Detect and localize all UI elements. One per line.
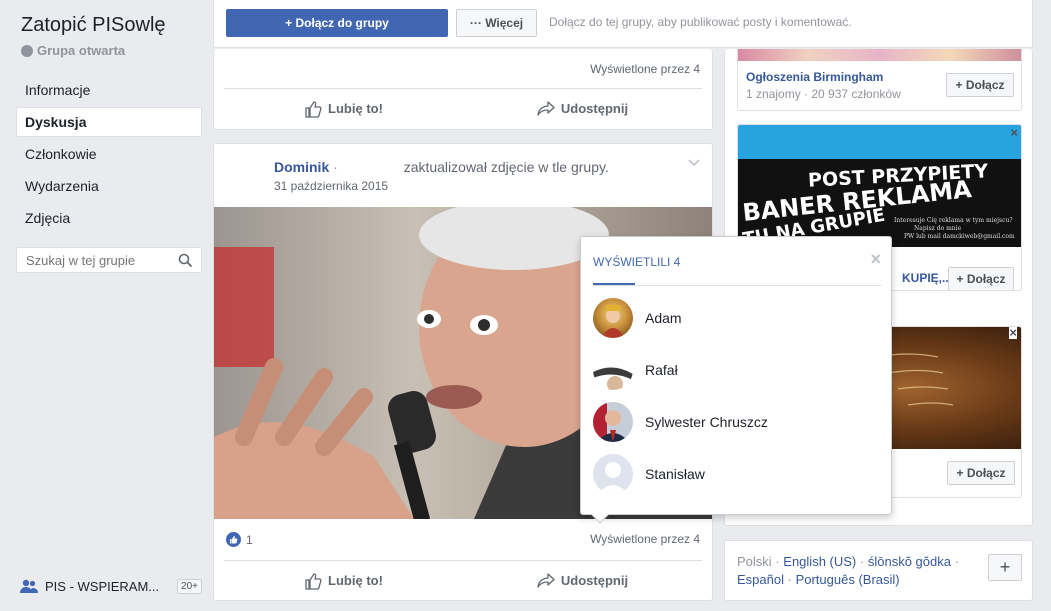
viewers-popup: WYŚWIETLILI 4 × Adam Rafał Sylwester Chr… xyxy=(580,236,892,524)
ad-small-1: Interesuje Cię reklama w tym miejscu? xyxy=(894,217,1013,224)
suggestion-3-close-icon[interactable]: × xyxy=(1009,327,1017,339)
search-icon[interactable] xyxy=(178,253,193,268)
nav-item-events[interactable]: Wydarzenia xyxy=(16,171,202,201)
post-action-text: zaktualizował zdjęcie w tle grupy. xyxy=(403,159,609,175)
share-label: Udostępnij xyxy=(560,101,629,116)
share-icon xyxy=(537,572,555,588)
language-silesian[interactable]: ślōnskŏ gŏdka xyxy=(868,554,951,569)
chevron-down-icon[interactable] xyxy=(688,159,700,167)
ad-small-2: Napisz do mnie xyxy=(914,225,962,232)
reaction-count: 1 xyxy=(246,532,253,547)
suggestion-1-join-button[interactable]: + Dołącz xyxy=(946,73,1014,97)
viewer-row-1[interactable]: Adam xyxy=(593,292,883,344)
suggestion-1-name[interactable]: Ogłoszenia Birmingham xyxy=(746,70,883,84)
group-chat-icon xyxy=(20,579,38,593)
post-header: Dominik · zaktualizował zdjęcie w tle gr… xyxy=(274,159,609,175)
language-english[interactable]: English (US) xyxy=(783,554,856,569)
privacy-label: Grupa otwarta xyxy=(37,43,126,58)
globe-icon xyxy=(21,44,33,57)
author-name[interactable]: Dominik xyxy=(274,159,329,175)
post-actions: Lubię to! Udostępnij xyxy=(224,88,702,128)
chat-badge: 20+ xyxy=(177,578,202,594)
language-list: Polski · English (US) · ślōnskŏ gŏdka · … xyxy=(737,553,967,589)
avatar[interactable] xyxy=(593,350,633,390)
share-button-post2[interactable]: Udostępnij xyxy=(463,561,702,600)
nav-item-discussion[interactable]: Dyskusja xyxy=(16,107,202,137)
chat-item[interactable]: PIS - WSPIERAM... 20+ xyxy=(20,578,202,594)
join-group-button[interactable]: + Dołącz do grupy xyxy=(226,9,448,37)
share-icon xyxy=(537,100,555,116)
suggestion-3-join-button[interactable]: + Dołącz xyxy=(947,461,1015,485)
like-button[interactable]: Lubię to! xyxy=(224,89,463,128)
nav-item-info[interactable]: Informacje xyxy=(16,75,202,105)
lang-separator: · xyxy=(787,572,792,587)
ad-banner[interactable]: POST PRZYPIETY BANER REKLAMA TU NA GRUPI… xyxy=(738,125,1021,247)
lang-separator: · xyxy=(859,554,865,569)
join-bar: + Dołącz do grupy ··· Więcej Dołącz do t… xyxy=(213,0,1033,48)
ad-group-name[interactable]: KUPIĘ,... xyxy=(902,271,952,285)
default-avatar-icon[interactable] xyxy=(593,454,633,494)
separator-dot: · xyxy=(333,159,338,175)
language-spanish[interactable]: Español xyxy=(737,572,784,587)
suggestion-1-cover[interactable] xyxy=(738,49,1021,61)
join-hint: Dołącz do tej grupy, aby publikować post… xyxy=(549,15,852,29)
nav-item-photos[interactable]: Zdjęcia xyxy=(16,203,202,233)
popup-title[interactable]: WYŚWIETLILI 4 xyxy=(593,255,680,269)
seen-count-post2[interactable]: Wyświetlone przez 4 xyxy=(590,532,700,546)
popup-divider xyxy=(593,285,881,286)
viewer-row-4[interactable]: Stanisław xyxy=(593,448,883,500)
nav-item-members[interactable]: Członkowie xyxy=(16,139,202,169)
viewer-row-3[interactable]: Sylwester Chruszcz xyxy=(593,396,883,448)
viewer-name[interactable]: Adam xyxy=(645,310,682,326)
viewer-row-2[interactable]: Rafał xyxy=(593,344,883,396)
ad-join-button[interactable]: + Dołącz xyxy=(948,267,1014,290)
like-label: Lubię to! xyxy=(328,573,383,588)
post-date[interactable]: 31 października 2015 xyxy=(274,179,388,193)
chat-label: PIS - WSPIERAM... xyxy=(45,578,160,594)
popup-close-icon[interactable]: × xyxy=(870,249,881,270)
group-privacy: Grupa otwarta xyxy=(21,43,125,58)
thumbs-up-icon xyxy=(305,572,322,590)
lang-separator: · xyxy=(954,554,959,569)
viewer-name[interactable]: Rafał xyxy=(645,362,678,378)
post-previous: Wyświetlone przez 4 Lubię to! Udostępnij xyxy=(213,49,713,130)
thumbs-up-icon xyxy=(305,100,322,118)
avatar[interactable] xyxy=(593,298,633,338)
share-button[interactable]: Udostępnij xyxy=(463,89,702,128)
language-portuguese[interactable]: Português (Brasil) xyxy=(796,572,900,587)
suggestion-1-meta: 1 znajomy · 20 937 członków xyxy=(746,87,901,101)
current-language: Polski xyxy=(737,554,772,569)
reactions-row[interactable]: 1 xyxy=(226,532,253,547)
more-button[interactable]: ··· Więcej xyxy=(456,9,537,37)
share-label: Udostępnij xyxy=(560,573,629,588)
author-avatar[interactable] xyxy=(226,156,266,196)
avatar[interactable] xyxy=(593,402,633,442)
like-reaction-icon xyxy=(226,532,241,547)
lang-separator: · xyxy=(775,554,780,569)
viewer-name[interactable]: Stanisław xyxy=(645,466,705,482)
ad-close-icon[interactable]: × xyxy=(1010,125,1018,140)
group-title[interactable]: Zatopić PISowlę xyxy=(21,14,166,37)
post2-actions: Lubię to! Udostępnij xyxy=(224,560,702,600)
viewer-name[interactable]: Sylwester Chruszcz xyxy=(645,414,768,430)
like-button-post2[interactable]: Lubię to! xyxy=(224,561,463,600)
suggestion-card-1: Ogłoszenia Birmingham 1 znajomy · 20 937… xyxy=(737,49,1022,111)
ad-small-3: PW lub mail damckiweb@gmail.com xyxy=(904,233,1015,240)
like-label: Lubię to! xyxy=(328,101,383,116)
seen-count[interactable]: Wyświetlone przez 4 xyxy=(590,62,700,76)
group-search xyxy=(16,247,202,273)
group-search-input[interactable] xyxy=(17,248,167,272)
language-box: Polski · English (US) · ślōnskŏ gŏdka · … xyxy=(724,540,1033,601)
add-language-button[interactable]: + xyxy=(988,554,1022,581)
